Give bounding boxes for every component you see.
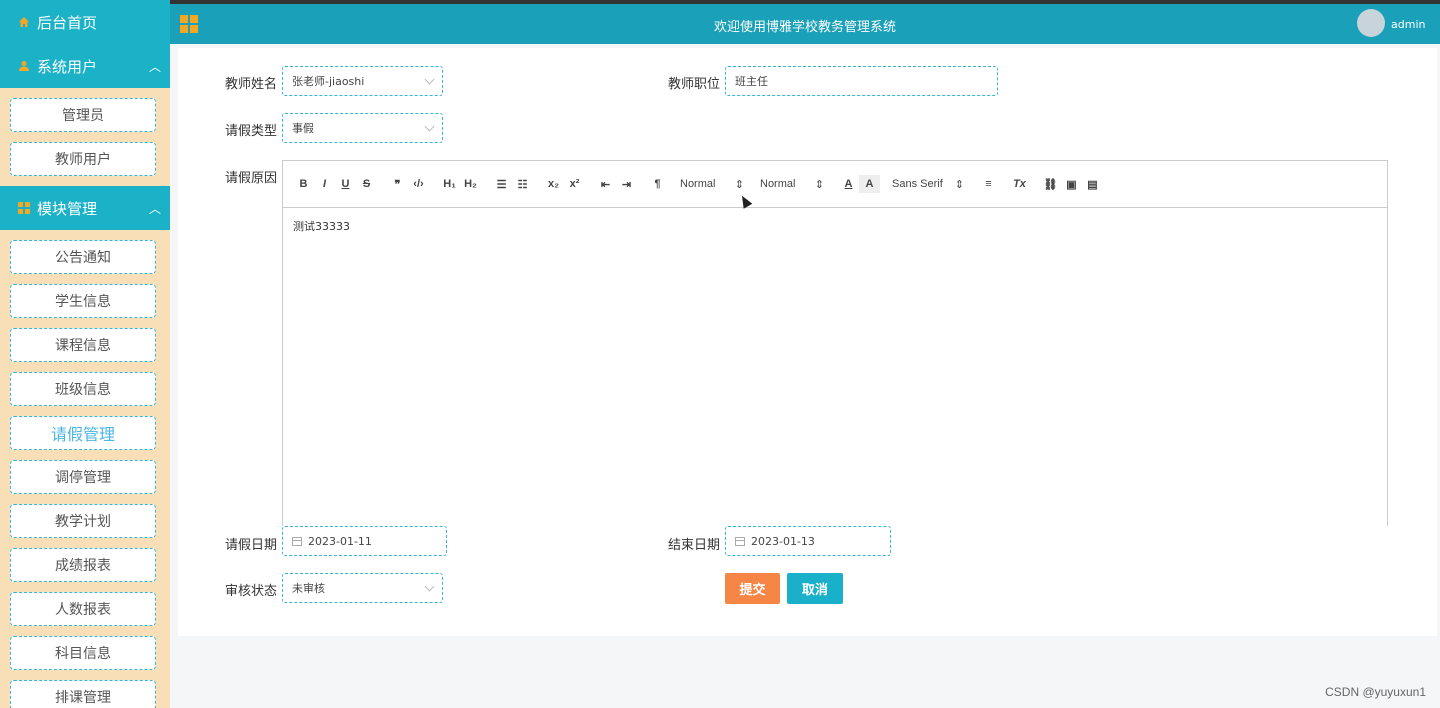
chevron-down-icon — [424, 74, 435, 85]
teacher-position-label: 教师职位 — [668, 77, 721, 92]
leave-type-label: 请假类型 — [225, 124, 278, 139]
sidebar-group-header-system-users[interactable]: 系统用户 ︿ — [0, 44, 170, 88]
user-name[interactable]: admin — [1391, 18, 1425, 31]
teacher-name-select[interactable]: 张老师-jiaoshi — [282, 66, 443, 96]
subscript-button[interactable]: x₂ — [543, 175, 564, 193]
align-button[interactable]: ≡ — [978, 175, 999, 193]
chevron-up-icon: ︿ — [148, 201, 161, 216]
image-button[interactable]: ▣ — [1061, 175, 1082, 193]
sidebar-group-label: 系统用户 — [37, 57, 98, 76]
calendar-icon — [735, 536, 745, 546]
size-select-value: Normal — [680, 178, 716, 190]
teacher-position-value: 班主任 — [735, 75, 768, 88]
watermark: CSDN @yuyuxun1 — [1325, 685, 1426, 699]
sidebar-group-modules: 模块管理 ︿ 公告通知 学生信息 课程信息 班级信息 请假管理 调停管理 教学计… — [0, 186, 170, 708]
sidebar-item-course-info[interactable]: 课程信息 — [10, 328, 156, 362]
sidebar-item-subject-info[interactable]: 科目信息 — [10, 636, 156, 670]
link-button[interactable]: ⛓ — [1040, 175, 1061, 193]
top-bar: 欢迎使用博雅学校教务管理系统 admin — [170, 0, 1440, 44]
sidebar-home[interactable]: 后台首页 — [0, 0, 170, 44]
editor-toolbar: B I U S ❞ ‹/› H₁ H₂ ☰ ☷ x₂ x² ⇤ ⇥ ¶ Norm… — [283, 161, 1387, 208]
end-date-picker[interactable]: 2023-01-13 — [725, 526, 891, 556]
review-status-label: 审核状态 — [225, 584, 278, 599]
background-color-button[interactable]: A — [859, 175, 880, 193]
header-select-value: Normal — [760, 178, 796, 190]
leave-form: 教师姓名 张老师-jiaoshi 教师职位 班主任 请假类型 事假 请假原因 B… — [178, 48, 1437, 636]
sidebar: 后台首页 系统用户 ︿ 管理员 教师用户 模块管理 ︿ 公告通知 学生信息 课程… — [0, 0, 170, 708]
bullet-list-button[interactable]: ☷ — [512, 175, 533, 193]
cancel-button[interactable]: 取消 — [787, 573, 843, 604]
header-select[interactable]: Normal ⇕ — [756, 175, 828, 193]
sidebar-item-teaching-plan[interactable]: 教学计划 — [10, 504, 156, 538]
sidebar-item-teacher-users[interactable]: 教师用户 — [10, 142, 156, 176]
home-icon — [18, 16, 30, 28]
leave-date-picker[interactable]: 2023-01-11 — [282, 526, 447, 556]
font-color-button[interactable]: A — [838, 175, 859, 193]
video-button[interactable]: ▤ — [1082, 175, 1103, 193]
superscript-button[interactable]: x² — [564, 175, 585, 193]
sidebar-item-scheduling[interactable]: 排课管理 — [10, 680, 156, 708]
outdent-button[interactable]: ⇤ — [595, 175, 616, 193]
review-status-select[interactable]: 未审核 — [282, 573, 443, 603]
teacher-name-label: 教师姓名 — [225, 77, 278, 92]
indent-button[interactable]: ⇥ — [616, 175, 637, 193]
leave-reason-label: 请假原因 — [225, 171, 278, 186]
user-icon — [18, 60, 30, 72]
blockquote-button[interactable]: ❞ — [387, 175, 408, 193]
end-date-value: 2023-01-13 — [751, 534, 815, 548]
end-date-label: 结束日期 — [668, 538, 721, 553]
teacher-position-field[interactable]: 班主任 — [725, 66, 998, 96]
text-direction-button[interactable]: ¶ — [647, 175, 668, 193]
size-select[interactable]: Normal ⇕ — [676, 175, 748, 193]
italic-button[interactable]: I — [314, 175, 335, 193]
sort-arrows-icon: ⇕ — [814, 178, 824, 191]
header1-button[interactable]: H₁ — [439, 175, 460, 193]
sidebar-group-label: 模块管理 — [37, 199, 98, 218]
sidebar-item-announcements[interactable]: 公告通知 — [10, 240, 156, 274]
rich-text-editor: B I U S ❞ ‹/› H₁ H₂ ☰ ☷ x₂ x² ⇤ ⇥ ¶ Norm… — [282, 160, 1388, 526]
chevron-down-icon — [424, 121, 435, 132]
font-select[interactable]: Sans Serif ⇕ — [888, 175, 968, 193]
editor-content[interactable]: 测试33333 — [283, 208, 1387, 244]
strike-button[interactable]: S — [356, 175, 377, 193]
code-block-button[interactable]: ‹/› — [408, 175, 429, 193]
sidebar-item-class-info[interactable]: 班级信息 — [10, 372, 156, 406]
font-select-value: Sans Serif — [892, 178, 943, 190]
chevron-up-icon: ︿ — [148, 59, 161, 74]
page-title: 欢迎使用博雅学校教务管理系统 — [713, 20, 896, 35]
sort-arrows-icon: ⇕ — [734, 178, 744, 191]
clean-format-button[interactable]: Tx — [1009, 175, 1030, 193]
sidebar-item-adjustment[interactable]: 调停管理 — [10, 460, 156, 494]
header2-button[interactable]: H₂ — [460, 175, 481, 193]
bold-button[interactable]: B — [293, 175, 314, 193]
sidebar-group-header-modules[interactable]: 模块管理 ︿ — [0, 186, 170, 230]
sidebar-item-student-info[interactable]: 学生信息 — [10, 284, 156, 318]
leave-type-value: 事假 — [292, 122, 314, 135]
calendar-icon — [292, 536, 302, 546]
sidebar-item-headcount-report[interactable]: 人数报表 — [10, 592, 156, 626]
avatar[interactable] — [1357, 9, 1385, 37]
chevron-down-icon — [424, 581, 435, 592]
review-status-value: 未审核 — [292, 582, 325, 595]
sidebar-group-system-users: 系统用户 ︿ 管理员 教师用户 — [0, 44, 170, 186]
leave-date-value: 2023-01-11 — [308, 534, 372, 548]
sidebar-item-grade-report[interactable]: 成绩报表 — [10, 548, 156, 582]
leave-date-label: 请假日期 — [225, 538, 278, 553]
ordered-list-button[interactable]: ☰ — [491, 175, 512, 193]
submit-button[interactable]: 提交 — [725, 573, 780, 604]
sidebar-item-leave-management[interactable]: 请假管理 — [10, 416, 156, 450]
sidebar-home-label: 后台首页 — [37, 13, 98, 32]
sort-arrows-icon: ⇕ — [954, 178, 964, 191]
leave-type-select[interactable]: 事假 — [282, 113, 443, 143]
sidebar-item-admin[interactable]: 管理员 — [10, 98, 156, 132]
teacher-name-value: 张老师-jiaoshi — [292, 75, 365, 88]
underline-button[interactable]: U — [335, 175, 356, 193]
grid-icon — [18, 202, 30, 214]
